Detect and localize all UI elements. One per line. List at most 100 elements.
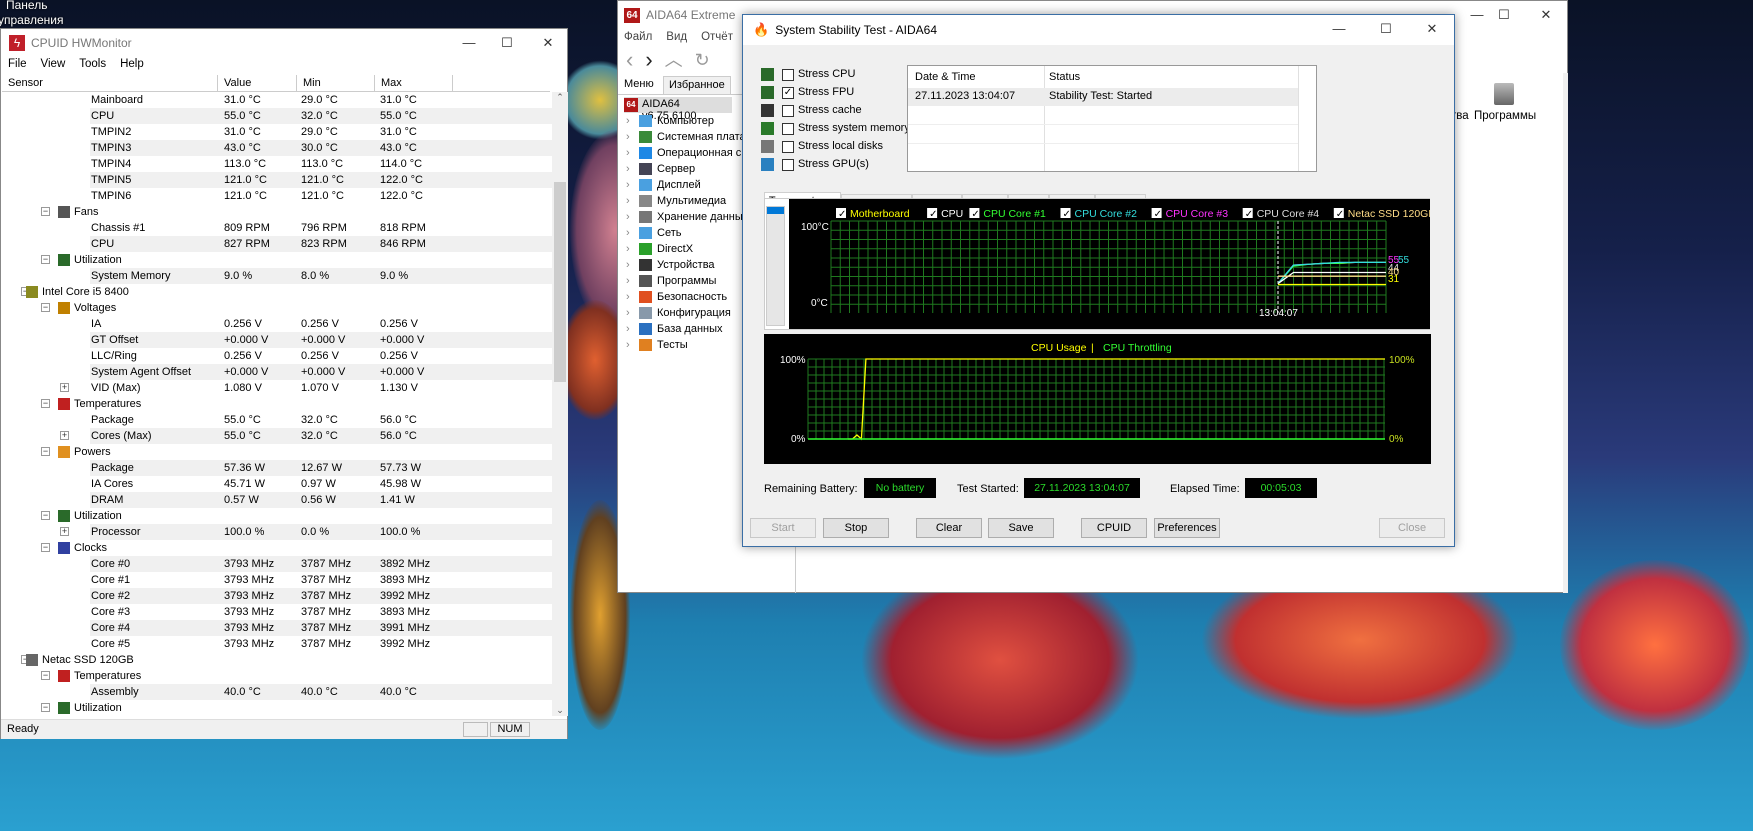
expand-toggle[interactable]: + bbox=[60, 527, 69, 536]
sensor-row[interactable]: + VID (Max) 1.080 V 1.070 V 1.130 V bbox=[2, 380, 552, 396]
sensor-row[interactable]: Mainboard 31.0 °C 29.0 °C 31.0 °C bbox=[2, 92, 552, 108]
column-status[interactable]: Status bbox=[1049, 71, 1080, 83]
collapse-toggle[interactable]: − bbox=[41, 207, 50, 216]
stress-option[interactable]: Stress CPU bbox=[761, 67, 911, 83]
chevron-right-icon[interactable]: › bbox=[626, 177, 630, 193]
sensor-group[interactable]: − Utilization bbox=[2, 700, 552, 716]
column-sensor[interactable]: Sensor bbox=[2, 75, 218, 91]
programs-icon[interactable] bbox=[1494, 83, 1514, 105]
sensor-group[interactable]: − Temperatures bbox=[2, 668, 552, 684]
collapse-toggle[interactable]: − bbox=[41, 399, 50, 408]
sensor-row[interactable]: Core #4 3793 MHz 3787 MHz 3991 MHz bbox=[2, 620, 552, 636]
stress-option[interactable]: ✓ Stress FPU bbox=[761, 85, 911, 101]
stress-option[interactable]: Stress local disks bbox=[761, 139, 911, 155]
sensor-row[interactable]: Core #2 3793 MHz 3787 MHz 3992 MHz bbox=[2, 588, 552, 604]
menu-report[interactable]: Отчёт bbox=[701, 31, 733, 43]
sensor-row[interactable]: + Cores (Max) 55.0 °C 32.0 °C 56.0 °C bbox=[2, 428, 552, 444]
sensor-row[interactable]: DRAM 0.57 W 0.56 W 1.41 W bbox=[2, 492, 552, 508]
column-date-time[interactable]: Date & Time bbox=[915, 71, 976, 83]
scrollbar[interactable]: ⌃ ⌄ bbox=[552, 92, 568, 716]
back-icon[interactable]: ‹ bbox=[626, 47, 633, 73]
sensor-row[interactable]: Package 55.0 °C 32.0 °C 56.0 °C bbox=[2, 412, 552, 428]
collapse-toggle[interactable]: − bbox=[41, 543, 50, 552]
refresh-icon[interactable]: ↻ bbox=[695, 47, 710, 73]
chevron-right-icon[interactable]: › bbox=[626, 289, 630, 305]
up-icon[interactable]: ︿ bbox=[665, 47, 683, 73]
sensor-group[interactable]: − Clocks bbox=[2, 540, 552, 556]
maximize-button[interactable]: ☐ bbox=[1363, 15, 1409, 45]
menu-help[interactable]: Help bbox=[120, 58, 144, 70]
chevron-right-icon[interactable]: › bbox=[626, 241, 630, 257]
collapse-toggle[interactable]: − bbox=[41, 255, 50, 264]
sensor-row[interactable]: TMPIN2 31.0 °C 29.0 °C 31.0 °C bbox=[2, 124, 552, 140]
sensor-row[interactable]: System Agent Offset +0.000 V +0.000 V +0.00… bbox=[2, 364, 552, 380]
sensor-row[interactable]: GT Offset +0.000 V +0.000 V +0.000 V bbox=[2, 332, 552, 348]
menu-view[interactable]: View bbox=[41, 58, 66, 70]
chevron-right-icon[interactable]: › bbox=[626, 225, 630, 241]
sensor-row[interactable]: Core #5 3793 MHz 3787 MHz 3992 MHz bbox=[2, 636, 552, 652]
minimize-button[interactable]: — bbox=[1316, 15, 1362, 45]
sensor-group[interactable]: − Utilization bbox=[2, 508, 552, 524]
sensor-group[interactable]: − Fans bbox=[2, 204, 552, 220]
close-dialog-button[interactable]: Close bbox=[1379, 518, 1445, 538]
maximize-button[interactable]: ☐ bbox=[484, 29, 530, 57]
tab-menu[interactable]: Меню bbox=[624, 78, 654, 90]
collapse-toggle[interactable]: − bbox=[41, 303, 50, 312]
chevron-right-icon[interactable]: › bbox=[626, 337, 630, 353]
sensor-group[interactable]: −Netac SSD 120GB bbox=[2, 652, 552, 668]
sensor-row[interactable]: Core #0 3793 MHz 3787 MHz 3892 MHz bbox=[2, 556, 552, 572]
collapse-toggle[interactable]: − bbox=[41, 671, 50, 680]
stop-button[interactable]: Stop bbox=[823, 518, 889, 538]
chart-scroll-slider[interactable] bbox=[766, 206, 785, 326]
collapse-toggle[interactable]: − bbox=[41, 447, 50, 456]
clear-button[interactable]: Clear bbox=[916, 518, 982, 538]
chevron-right-icon[interactable]: › bbox=[626, 305, 630, 321]
chevron-right-icon[interactable]: › bbox=[626, 273, 630, 289]
sensor-group[interactable]: − Powers bbox=[2, 444, 552, 460]
sensor-group[interactable]: −Intel Core i5 8400 bbox=[2, 284, 552, 300]
collapse-toggle[interactable]: − bbox=[41, 703, 50, 712]
chevron-right-icon[interactable]: › bbox=[626, 161, 630, 177]
stress-checkbox[interactable]: ✓ bbox=[782, 87, 794, 99]
collapse-toggle[interactable]: − bbox=[41, 511, 50, 520]
stress-checkbox[interactable] bbox=[782, 159, 794, 171]
sensor-row[interactable]: CPU 55.0 °C 32.0 °C 55.0 °C bbox=[2, 108, 552, 124]
preferences-button[interactable]: Preferences bbox=[1154, 518, 1220, 538]
sensor-row[interactable]: TMPIN3 43.0 °C 30.0 °C 43.0 °C bbox=[2, 140, 552, 156]
close-button[interactable]: ✕ bbox=[525, 29, 571, 57]
menu-file[interactable]: Файл bbox=[624, 31, 652, 43]
close-button[interactable]: ✕ bbox=[1409, 15, 1455, 45]
chevron-right-icon[interactable]: › bbox=[626, 113, 630, 129]
sensor-row[interactable]: TMPIN6 121.0 °C 121.0 °C 122.0 °C bbox=[2, 188, 552, 204]
sensor-row[interactable]: LLC/Ring 0.256 V 0.256 V 0.256 V bbox=[2, 348, 552, 364]
chevron-right-icon[interactable]: › bbox=[626, 209, 630, 225]
chevron-right-icon[interactable]: › bbox=[626, 193, 630, 209]
sensor-row[interactable]: TMPIN5 121.0 °C 121.0 °C 122.0 °C bbox=[2, 172, 552, 188]
sensor-row[interactable]: Assembly 40.0 °C 40.0 °C 40.0 °C bbox=[2, 684, 552, 700]
menu-view[interactable]: Вид bbox=[666, 31, 687, 43]
stress-checkbox[interactable] bbox=[782, 69, 794, 81]
stress-checkbox[interactable] bbox=[782, 141, 794, 153]
menu-tools[interactable]: Tools bbox=[79, 58, 106, 70]
scrollbar[interactable] bbox=[1563, 73, 1568, 593]
close-button[interactable]: ✕ bbox=[1523, 1, 1569, 29]
sensor-row[interactable]: CPU 827 RPM 823 RPM 846 RPM bbox=[2, 236, 552, 252]
sensor-group[interactable]: − Voltages bbox=[2, 300, 552, 316]
sensor-row[interactable]: IA 0.256 V 0.256 V 0.256 V bbox=[2, 316, 552, 332]
sensor-group[interactable]: − Utilization bbox=[2, 252, 552, 268]
expand-toggle[interactable]: + bbox=[60, 383, 69, 392]
column-max[interactable]: Max bbox=[375, 75, 453, 91]
column-min[interactable]: Min bbox=[297, 75, 375, 91]
sensor-row[interactable]: TMPIN4 113.0 °C 113.0 °C 114.0 °C bbox=[2, 156, 552, 172]
save-button[interactable]: Save bbox=[988, 518, 1054, 538]
maximize-button[interactable]: ☐ bbox=[1481, 1, 1527, 29]
sensor-row[interactable]: Core #1 3793 MHz 3787 MHz 3893 MHz bbox=[2, 572, 552, 588]
forward-icon[interactable]: › bbox=[645, 47, 652, 73]
sensor-row[interactable]: Chassis #1 809 RPM 796 RPM 818 RPM bbox=[2, 220, 552, 236]
desktop-icon-control-panel[interactable]: Панель управления bbox=[0, 0, 63, 28]
scrollbar-thumb[interactable] bbox=[554, 182, 566, 382]
column-value[interactable]: Value bbox=[218, 75, 297, 91]
chevron-right-icon[interactable]: › bbox=[626, 129, 630, 145]
sensor-row[interactable]: System Memory 9.0 % 8.0 % 9.0 % bbox=[2, 268, 552, 284]
log-row[interactable]: 27.11.2023 13:04:07 Stability Test: Star… bbox=[908, 88, 1298, 106]
